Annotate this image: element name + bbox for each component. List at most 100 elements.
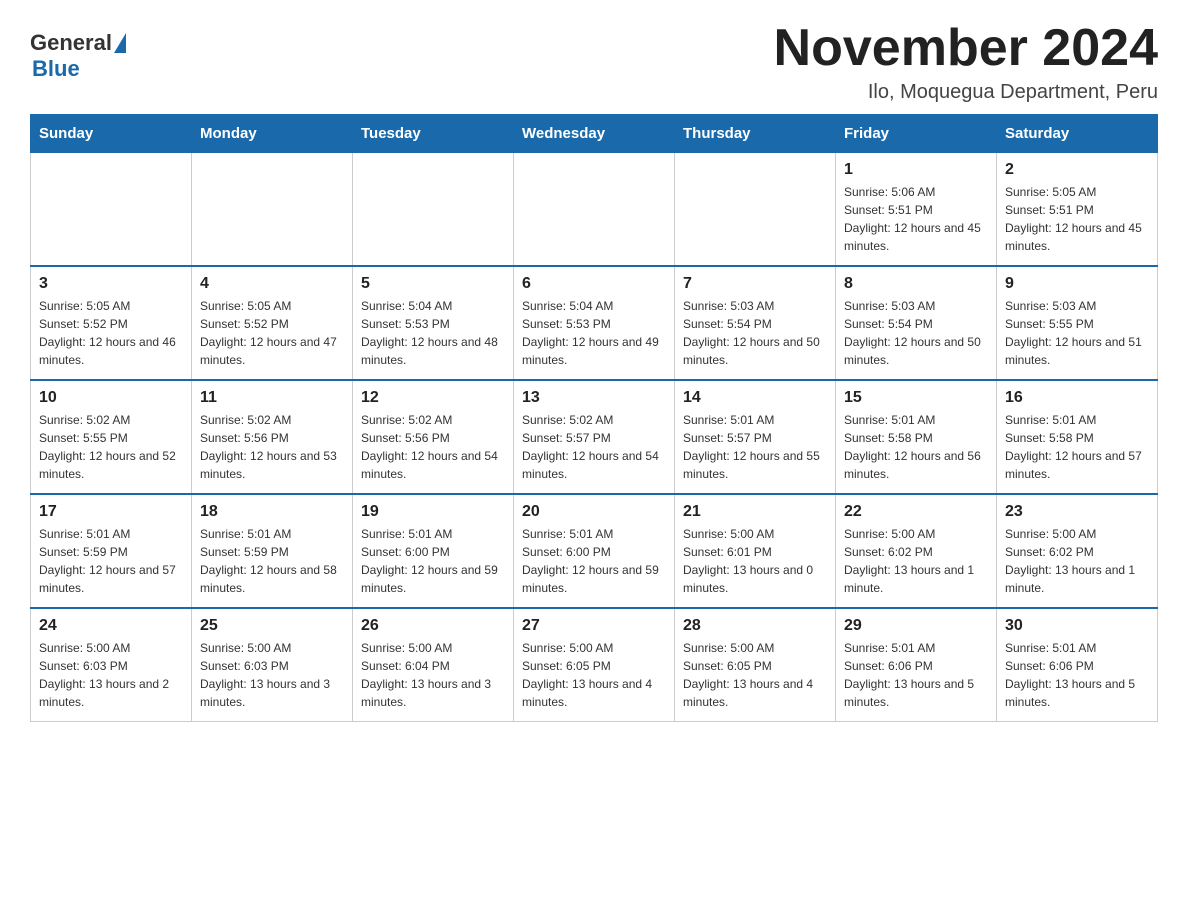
table-row: 27 Sunrise: 5:00 AMSunset: 6:05 PMDayligh…: [514, 608, 675, 722]
day-number: 5: [361, 275, 505, 293]
calendar-table: SundayMondayTuesdayWednesdayThursdayFrid…: [30, 114, 1158, 722]
day-info: Sunrise: 5:02 AMSunset: 5:55 PMDaylight:…: [39, 411, 183, 483]
calendar-week-row: 24 Sunrise: 5:00 AMSunset: 6:03 PMDayligh…: [31, 608, 1158, 722]
table-row: 20 Sunrise: 5:01 AMSunset: 6:00 PMDayligh…: [514, 494, 675, 608]
day-number: 12: [361, 389, 505, 407]
table-row: 8Sunrise: 5:03 AMSunset: 5:54 PMDaylight…: [836, 266, 997, 380]
day-number: 2: [1005, 161, 1149, 179]
day-info: Sunrise: 5:03 AMSunset: 5:54 PMDaylight:…: [683, 297, 827, 369]
day-of-week-header: Friday: [836, 115, 997, 153]
table-row: 10 Sunrise: 5:02 AMSunset: 5:55 PMDayligh…: [31, 380, 192, 494]
table-row: [514, 153, 675, 267]
day-of-week-header: Monday: [192, 115, 353, 153]
day-of-week-header: Thursday: [675, 115, 836, 153]
day-info: Sunrise: 5:05 AMSunset: 5:52 PMDaylight:…: [200, 297, 344, 369]
location-subtitle: Ilo, Moquegua Department, Peru: [774, 81, 1158, 104]
table-row: 15 Sunrise: 5:01 AMSunset: 5:58 PMDayligh…: [836, 380, 997, 494]
table-row: 30 Sunrise: 5:01 AMSunset: 6:06 PMDayligh…: [997, 608, 1158, 722]
day-info: Sunrise: 5:06 AMSunset: 5:51 PMDaylight:…: [844, 183, 988, 255]
day-number: 30: [1005, 617, 1149, 635]
day-number: 24: [39, 617, 183, 635]
day-number: 9: [1005, 275, 1149, 293]
table-row: 12 Sunrise: 5:02 AMSunset: 5:56 PMDayligh…: [353, 380, 514, 494]
calendar-week-row: 17Sunrise: 5:01 AMSunset: 5:59 PMDayligh…: [31, 494, 1158, 608]
table-row: 7 Sunrise: 5:03 AMSunset: 5:54 PMDaylight…: [675, 266, 836, 380]
day-number: 11: [200, 389, 344, 407]
day-info: Sunrise: 5:00 AMSunset: 6:03 PMDaylight:…: [39, 639, 183, 711]
day-number: 28: [683, 617, 827, 635]
day-info: Sunrise: 5:01 AMSunset: 5:58 PMDaylight:…: [1005, 411, 1149, 483]
table-row: 14 Sunrise: 5:01 AMSunset: 5:57 PMDayligh…: [675, 380, 836, 494]
table-row: 16 Sunrise: 5:01 AMSunset: 5:58 PMDayligh…: [997, 380, 1158, 494]
day-number: 4: [200, 275, 344, 293]
day-number: 10: [39, 389, 183, 407]
day-number: 22: [844, 503, 988, 521]
day-number: 29: [844, 617, 988, 635]
table-row: [192, 153, 353, 267]
table-row: 3 Sunrise: 5:05 AMSunset: 5:52 PMDaylight…: [31, 266, 192, 380]
day-info: Sunrise: 5:00 AMSunset: 6:03 PMDaylight:…: [200, 639, 344, 711]
day-number: 1: [844, 161, 988, 179]
day-number: 3: [39, 275, 183, 293]
day-number: 17: [39, 503, 183, 521]
table-row: [31, 153, 192, 267]
day-number: 27: [522, 617, 666, 635]
day-info: Sunrise: 5:03 AMSunset: 5:55 PMDaylight:…: [1005, 297, 1149, 369]
day-info: Sunrise: 5:04 AMSunset: 5:53 PMDaylight:…: [522, 297, 666, 369]
table-row: 18Sunrise: 5:01 AMSunset: 5:59 PMDayligh…: [192, 494, 353, 608]
day-info: Sunrise: 5:04 AMSunset: 5:53 PMDaylight:…: [361, 297, 505, 369]
day-number: 20: [522, 503, 666, 521]
day-number: 8: [844, 275, 988, 293]
day-number: 16: [1005, 389, 1149, 407]
day-info: Sunrise: 5:01 AMSunset: 6:00 PMDaylight:…: [361, 525, 505, 597]
day-number: 19: [361, 503, 505, 521]
table-row: 28 Sunrise: 5:00 AMSunset: 6:05 PMDayligh…: [675, 608, 836, 722]
day-info: Sunrise: 5:01 AMSunset: 6:06 PMDaylight:…: [1005, 639, 1149, 711]
day-info: Sunrise: 5:00 AMSunset: 6:02 PMDaylight:…: [844, 525, 988, 597]
table-row: 24 Sunrise: 5:00 AMSunset: 6:03 PMDayligh…: [31, 608, 192, 722]
day-number: 14: [683, 389, 827, 407]
table-row: 25Sunrise: 5:00 AMSunset: 6:03 PMDayligh…: [192, 608, 353, 722]
table-row: 6Sunrise: 5:04 AMSunset: 5:53 PMDaylight…: [514, 266, 675, 380]
header: General Blue November 2024 Ilo, Moquegua…: [30, 20, 1158, 104]
table-row: 23 Sunrise: 5:00 AMSunset: 6:02 PMDayligh…: [997, 494, 1158, 608]
table-row: 22 Sunrise: 5:00 AMSunset: 6:02 PMDayligh…: [836, 494, 997, 608]
day-info: Sunrise: 5:01 AMSunset: 5:58 PMDaylight:…: [844, 411, 988, 483]
day-number: 23: [1005, 503, 1149, 521]
day-of-week-header: Saturday: [997, 115, 1158, 153]
table-row: 4 Sunrise: 5:05 AMSunset: 5:52 PMDaylight…: [192, 266, 353, 380]
table-row: 21 Sunrise: 5:00 AMSunset: 6:01 PMDayligh…: [675, 494, 836, 608]
table-row: [353, 153, 514, 267]
day-info: Sunrise: 5:01 AMSunset: 5:57 PMDaylight:…: [683, 411, 827, 483]
day-info: Sunrise: 5:02 AMSunset: 5:57 PMDaylight:…: [522, 411, 666, 483]
table-row: 29Sunrise: 5:01 AMSunset: 6:06 PMDayligh…: [836, 608, 997, 722]
calendar-week-row: 1 Sunrise: 5:06 AMSunset: 5:51 PMDaylight…: [31, 153, 1158, 267]
day-info: Sunrise: 5:00 AMSunset: 6:05 PMDaylight:…: [522, 639, 666, 711]
day-number: 7: [683, 275, 827, 293]
table-row: 1 Sunrise: 5:06 AMSunset: 5:51 PMDaylight…: [836, 153, 997, 267]
title-area: November 2024 Ilo, Moquegua Department, …: [774, 20, 1158, 104]
logo-general-text: General: [30, 30, 112, 56]
table-row: 17Sunrise: 5:01 AMSunset: 5:59 PMDayligh…: [31, 494, 192, 608]
day-info: Sunrise: 5:05 AMSunset: 5:52 PMDaylight:…: [39, 297, 183, 369]
logo-blue-text: Blue: [32, 56, 80, 82]
table-row: 19 Sunrise: 5:01 AMSunset: 6:00 PMDayligh…: [353, 494, 514, 608]
calendar-header-row: SundayMondayTuesdayWednesdayThursdayFrid…: [31, 115, 1158, 153]
day-number: 21: [683, 503, 827, 521]
table-row: 13 Sunrise: 5:02 AMSunset: 5:57 PMDayligh…: [514, 380, 675, 494]
day-info: Sunrise: 5:02 AMSunset: 5:56 PMDaylight:…: [361, 411, 505, 483]
table-row: 11Sunrise: 5:02 AMSunset: 5:56 PMDayligh…: [192, 380, 353, 494]
day-of-week-header: Tuesday: [353, 115, 514, 153]
day-info: Sunrise: 5:05 AMSunset: 5:51 PMDaylight:…: [1005, 183, 1149, 255]
table-row: 9 Sunrise: 5:03 AMSunset: 5:55 PMDaylight…: [997, 266, 1158, 380]
day-of-week-header: Wednesday: [514, 115, 675, 153]
table-row: 5 Sunrise: 5:04 AMSunset: 5:53 PMDaylight…: [353, 266, 514, 380]
day-number: 18: [200, 503, 344, 521]
day-info: Sunrise: 5:00 AMSunset: 6:02 PMDaylight:…: [1005, 525, 1149, 597]
day-info: Sunrise: 5:00 AMSunset: 6:05 PMDaylight:…: [683, 639, 827, 711]
day-number: 15: [844, 389, 988, 407]
month-title: November 2024: [774, 20, 1158, 77]
day-info: Sunrise: 5:00 AMSunset: 6:01 PMDaylight:…: [683, 525, 827, 597]
day-number: 13: [522, 389, 666, 407]
day-info: Sunrise: 5:01 AMSunset: 6:00 PMDaylight:…: [522, 525, 666, 597]
